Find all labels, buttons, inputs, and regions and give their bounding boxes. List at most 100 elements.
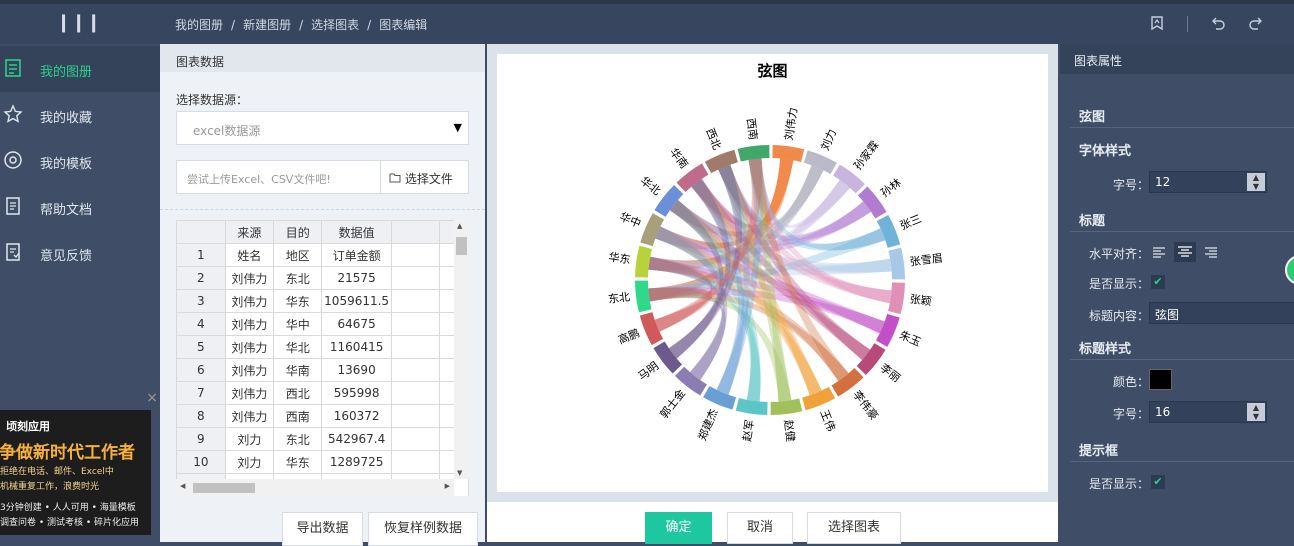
- table-header-cell[interactable]: [391, 220, 441, 244]
- title-content-input[interactable]: 弦图: [1149, 302, 1294, 324]
- table-row: 8 刘伟力 西南 160372: [176, 404, 469, 428]
- table-cell[interactable]: [391, 381, 441, 405]
- table-cell[interactable]: 542967.4: [321, 427, 393, 451]
- title-style-section: 标题样式: [1079, 342, 1132, 357]
- title-show-checkbox[interactable]: ✔: [1151, 275, 1165, 289]
- table-cell[interactable]: 刘力: [224, 427, 275, 451]
- table-cell[interactable]: 东北: [273, 427, 323, 451]
- table-cell[interactable]: 华北: [273, 335, 323, 359]
- select-chart-button[interactable]: 选择图表: [807, 512, 901, 544]
- breadcrumb-item-chart-edit: 图表编辑: [379, 18, 428, 32]
- save-icon[interactable]: [1149, 15, 1165, 35]
- confirm-button[interactable]: 确定: [645, 512, 712, 544]
- data-grid[interactable]: 来源 目的 数据值 1 姓名 地区 订单金额 2 刘伟力 东北 21575 3 刘伟力 华东 10…: [176, 220, 469, 496]
- table-cell[interactable]: 姓名: [224, 243, 275, 267]
- cancel-button[interactable]: 取消: [727, 512, 793, 544]
- table-cell[interactable]: 刘伟力: [224, 381, 275, 405]
- align-right-icon[interactable]: [1203, 244, 1219, 260]
- table-header-cell[interactable]: 目的: [273, 220, 323, 244]
- table-cell[interactable]: 华南: [273, 358, 323, 382]
- sidebar-item-my-albums[interactable]: 我的图册: [0, 46, 160, 92]
- export-data-button[interactable]: 导出数据: [282, 512, 363, 546]
- table-cell[interactable]: 刘力: [224, 450, 275, 474]
- sidebar-item-favorites[interactable]: 我的收藏: [0, 92, 160, 138]
- table-cell[interactable]: 21575: [321, 266, 393, 290]
- sidebar-item-feedback[interactable]: 意见反馈: [0, 230, 160, 276]
- table-cell[interactable]: 1289725: [321, 450, 393, 474]
- table-cell[interactable]: 13690: [321, 358, 393, 382]
- align-left-icon[interactable]: [1151, 244, 1167, 260]
- table-cell[interactable]: 刘伟力: [224, 312, 275, 336]
- table-cell[interactable]: [391, 289, 441, 313]
- sidebar-item-label: 我的图册: [40, 65, 93, 80]
- stepper-arrows-icon[interactable]: ▲ ▼: [1247, 173, 1265, 191]
- table-cell[interactable]: 刘伟力: [224, 266, 275, 290]
- breadcrumb-item-new-album[interactable]: 新建图册: [243, 18, 291, 32]
- scroll-up-icon[interactable]: ▲: [457, 222, 462, 230]
- table-cell[interactable]: [391, 312, 441, 336]
- table-header-cell[interactable]: 来源: [224, 220, 275, 244]
- table-cell[interactable]: 刘伟力: [224, 404, 275, 428]
- table-cell[interactable]: [391, 335, 441, 359]
- table-header-cell[interactable]: 数据值: [321, 220, 393, 244]
- align-center-icon[interactable]: [1174, 242, 1196, 262]
- advertisement[interactable]: × 顷刻应用 争做新时代工作者 拒绝在电话、邮件、Excel中 机械重复工作，浪…: [0, 390, 158, 535]
- ad-close-icon[interactable]: ×: [146, 390, 158, 406]
- chart-name: 弦图: [1079, 110, 1106, 125]
- table-row: 6 刘伟力 华南 13690: [176, 358, 469, 382]
- scroll-down-icon[interactable]: ▼: [457, 469, 462, 477]
- table-cell[interactable]: 595998: [321, 381, 393, 405]
- top-bar: ❙❙❙ 我的图册 / 新建图册 / 选择图表 / 图表编辑: [0, 0, 1294, 44]
- table-cell[interactable]: 64675: [321, 312, 393, 336]
- stepper-arrows-icon[interactable]: ▲ ▼: [1247, 403, 1265, 421]
- table-cell[interactable]: 刘伟力: [224, 335, 275, 359]
- menu-icon[interactable]: ❙❙❙: [56, 12, 101, 33]
- folder-icon: [389, 172, 401, 186]
- vertical-scrollbar[interactable]: ▲ ▼: [454, 220, 469, 479]
- chord-label: 华北: [638, 173, 664, 198]
- redo-icon[interactable]: [1248, 15, 1264, 35]
- table-cell[interactable]: 地区: [273, 243, 323, 267]
- table-cell[interactable]: [391, 358, 441, 382]
- data-source-select[interactable]: excel数据源 ▼: [176, 111, 469, 145]
- scrollbar-thumb[interactable]: [193, 483, 255, 493]
- upload-input[interactable]: 尝试上传Excel、CSV文件吧!: [176, 160, 381, 194]
- breadcrumb-item-album[interactable]: 我的图册: [175, 18, 223, 32]
- sidebar-item-help[interactable]: 帮助文档: [0, 184, 160, 230]
- table-cell[interactable]: 东北: [273, 266, 323, 290]
- scrollbar-thumb[interactable]: [456, 237, 467, 255]
- table-cell[interactable]: 1160415: [321, 335, 393, 359]
- table-cell[interactable]: 1059611.5: [321, 289, 393, 313]
- chart-preview[interactable]: 弦图 刘伟力 刘力 孙家霖 孙林 张三 张雪眉 张颖 朱玉 李丽 李伟豪 王伟 赵健 赵军 郑建杰 郭士金马…: [497, 54, 1048, 492]
- tooltip-show-checkbox[interactable]: ✔: [1151, 475, 1165, 489]
- table-cell[interactable]: [391, 427, 441, 451]
- table-cell[interactable]: 西南: [273, 404, 323, 428]
- table-cell[interactable]: [391, 450, 441, 474]
- horizontal-scrollbar[interactable]: ◀ ▶: [176, 479, 454, 496]
- restore-sample-data-button[interactable]: 恢复样例数据: [368, 512, 478, 546]
- table-cell[interactable]: 华东: [273, 450, 323, 474]
- table-cell[interactable]: [391, 404, 441, 428]
- breadcrumb-item-select-chart[interactable]: 选择图表: [311, 18, 359, 32]
- font-size-stepper[interactable]: 12 ▲ ▼: [1149, 171, 1267, 193]
- undo-icon[interactable]: [1210, 15, 1226, 35]
- table-cell[interactable]: 西北: [273, 381, 323, 405]
- title-color-swatch[interactable]: [1149, 369, 1172, 390]
- scroll-right-icon[interactable]: ▶: [445, 482, 450, 490]
- table-cell[interactable]: [391, 243, 441, 267]
- choose-file-button[interactable]: 选择文件: [380, 160, 469, 194]
- chord-label: 东北: [607, 290, 630, 306]
- table-cell[interactable]: 华东: [273, 289, 323, 313]
- table-cell[interactable]: 华中: [273, 312, 323, 336]
- ad-line: 拒绝在电话、邮件、Excel中: [0, 467, 114, 477]
- table-cell[interactable]: 160372: [321, 404, 393, 428]
- ad-line: 机械重复工作，浪费时光: [0, 482, 100, 492]
- table-cell[interactable]: [391, 266, 441, 290]
- table-cell[interactable]: 订单金额: [321, 243, 393, 267]
- panel-title: 图表数据: [160, 44, 485, 72]
- sidebar-item-templates[interactable]: 我的模板: [0, 138, 160, 184]
- table-cell[interactable]: 刘伟力: [224, 289, 275, 313]
- title-font-size-stepper[interactable]: 16 ▲ ▼: [1149, 401, 1267, 423]
- scroll-left-icon[interactable]: ◀: [180, 482, 185, 490]
- table-cell[interactable]: 刘伟力: [224, 358, 275, 382]
